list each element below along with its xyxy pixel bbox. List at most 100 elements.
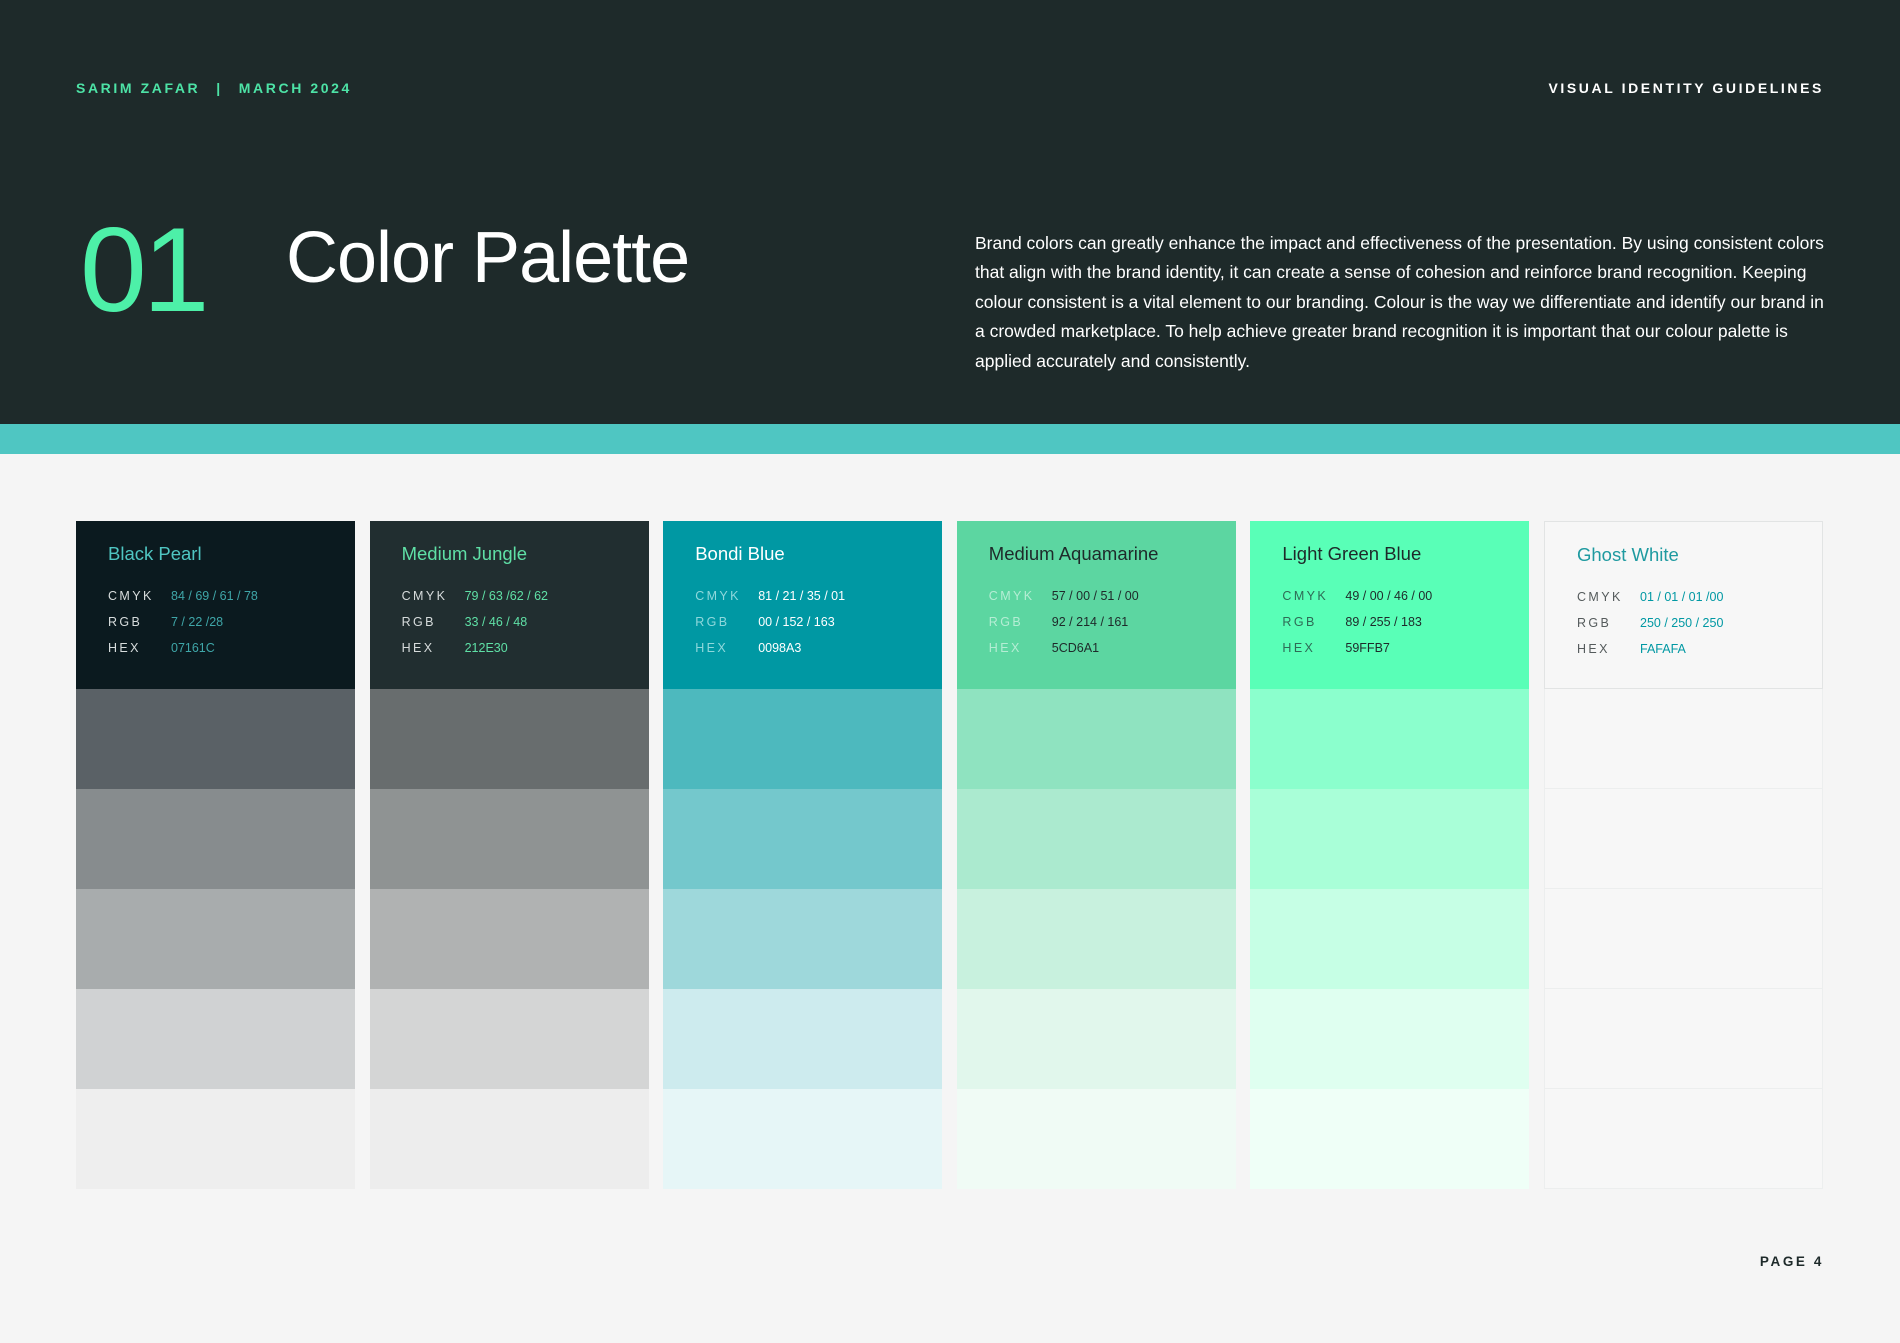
tint-swatch [1544,1089,1823,1189]
color-column: Bondi Blue CMYK 81 / 21 / 35 / 01 RGB 00 / 1… [663,521,943,1190]
tint-swatch [1250,689,1530,789]
hex-value: 5CD6A1 [1051,641,1100,655]
cmyk-row: CMYK 84 / 69 / 61 / 78 [108,589,258,603]
rgb-label: RGB [1282,615,1317,629]
cmyk-value: 79 / 63 /62 / 62 [464,589,548,603]
rgb-value: 7 / 22 /28 [171,615,224,629]
rgb-row: RGB 7 / 22 /28 [108,615,223,629]
hex-row: HEX FAFAFA [1577,642,1686,656]
color-swatch: Ghost White CMYK 01 / 01 / 01 /00 RGB 250 / … [1544,521,1823,689]
section-title: Color Palette [286,218,690,298]
tint-swatch [663,789,943,889]
rgb-value: 00 / 152 / 163 [758,615,835,629]
document-title: VISUAL IDENTITY GUIDELINES [1548,80,1824,96]
tint-swatch [76,1089,355,1189]
hex-label: HEX [988,641,1022,655]
color-column: Light Green Blue CMYK 49 / 00 / 46 / 00 RGB… [1250,521,1530,1190]
cmyk-value: 81 / 21 / 35 / 01 [758,589,846,603]
tint-swatch [1544,789,1823,889]
tint-swatch [369,789,649,889]
cmyk-label: CMYK [1577,590,1623,604]
cmyk-label: CMYK [988,589,1035,603]
tint-swatch [76,889,355,989]
cmyk-value: 84 / 69 / 61 / 78 [171,589,258,603]
cmyk-label: CMYK [108,589,154,603]
tint-swatch [956,689,1236,789]
color-name: Black Pearl [108,543,202,564]
section-number: 01 [80,203,209,337]
rgb-row: RGB 250 / 250 / 250 [1577,616,1723,630]
cmyk-label: CMYK [1282,589,1329,603]
tint-swatch [1250,889,1530,989]
hex-value: 07161C [171,641,215,655]
color-name: Medium Aquamarine [988,543,1159,564]
hex-row: HEX 0098A3 [695,641,801,655]
rgb-label: RGB [988,615,1024,629]
rgb-row: RGB 89 / 255 / 183 [1282,615,1421,629]
tint-swatch [956,1089,1236,1189]
color-name: Light Green Blue [1282,543,1422,564]
tint-swatch [76,689,355,789]
hex-row: HEX 59FFB7 [1282,641,1389,655]
rgb-value: 92 / 214 / 161 [1051,615,1129,629]
tint-swatch [1250,789,1530,889]
hex-label: HEX [695,641,729,655]
header-band: SARIM ZAFAR | MARCH 2024 VISUAL IDENTITY G… [0,0,1900,424]
color-column: Black Pearl CMYK 84 / 69 / 61 / 78 RGB 7 / 2… [76,521,355,1190]
hex-row: HEX 212E30 [402,641,508,655]
date: MARCH 2024 [238,80,352,96]
tint-swatch [1250,1089,1530,1189]
tint-swatch [1544,989,1823,1089]
author-date: SARIM ZAFAR | MARCH 2024 [76,80,352,96]
color-name: Medium Jungle [401,543,528,564]
cmyk-row: CMYK 57 / 00 / 51 / 00 [989,589,1139,603]
cmyk-label: CMYK [401,589,448,603]
tint-swatch [956,889,1236,989]
rgb-row: RGB 92 / 214 / 161 [989,615,1128,629]
color-swatch: Medium Jungle CMYK 79 / 63 /62 / 62 RGB 33 /… [369,521,649,689]
color-column: Medium Jungle CMYK 79 / 63 /62 / 62 RGB 33 /… [369,521,649,1190]
intro-paragraph: Brand colors can greatly enhance the imp… [975,233,1824,371]
meta-separator: | [216,80,223,96]
hex-value: 212E30 [464,641,508,655]
rgb-label: RGB [1577,616,1612,630]
color-name: Bondi Blue [695,543,785,564]
tint-swatch [1250,989,1530,1089]
tint-swatch [369,889,649,989]
cmyk-value: 49 / 00 / 46 / 00 [1345,589,1433,603]
cmyk-row: CMYK 49 / 00 / 46 / 00 [1282,589,1432,603]
tint-swatch [369,689,649,789]
tint-swatch [76,989,355,1089]
tint-swatch [663,889,943,989]
cmyk-row: CMYK 81 / 21 / 35 / 01 [695,589,845,603]
hex-row: HEX 5CD6A1 [989,641,1099,655]
tint-swatch [956,789,1236,889]
cmyk-value: 01 / 01 / 01 /00 [1640,590,1724,604]
color-swatch: Medium Aquamarine CMYK 57 / 00 / 51 / 00 RG… [956,521,1236,689]
color-column: Medium Aquamarine CMYK 57 / 00 / 51 / 00 RG… [956,521,1236,1190]
color-name: Ghost White [1577,544,1679,565]
tint-swatch [956,989,1236,1089]
hex-value: 59FFB7 [1345,641,1390,655]
rgb-label: RGB [108,615,143,629]
cmyk-value: 57 / 00 / 51 / 00 [1051,589,1139,603]
author: SARIM ZAFAR [76,80,201,96]
cmyk-label: CMYK [695,589,741,603]
color-swatch: Bondi Blue CMYK 81 / 21 / 35 / 01 RGB 00 / 1… [663,521,943,689]
hex-value: FAFAFA [1640,642,1686,656]
accent-bar [0,424,1900,454]
page-number: PAGE 4 [1759,1254,1824,1269]
tint-swatch [663,989,943,1089]
rgb-value: 250 / 250 / 250 [1640,616,1724,630]
rgb-value: 89 / 255 / 183 [1345,615,1422,629]
color-swatch: Black Pearl CMYK 84 / 69 / 61 / 78 RGB 7 / 2… [76,521,355,689]
hex-value: 0098A3 [758,641,802,655]
rgb-row: RGB 33 / 46 / 48 [402,615,528,629]
tint-swatch [1544,689,1823,789]
tint-swatch [1544,889,1823,989]
hex-label: HEX [1577,642,1610,656]
cmyk-row: CMYK 01 / 01 / 01 /00 [1577,590,1723,604]
hex-label: HEX [401,641,435,655]
rgb-label: RGB [401,615,436,629]
rgb-value: 33 / 46 / 48 [464,615,528,629]
